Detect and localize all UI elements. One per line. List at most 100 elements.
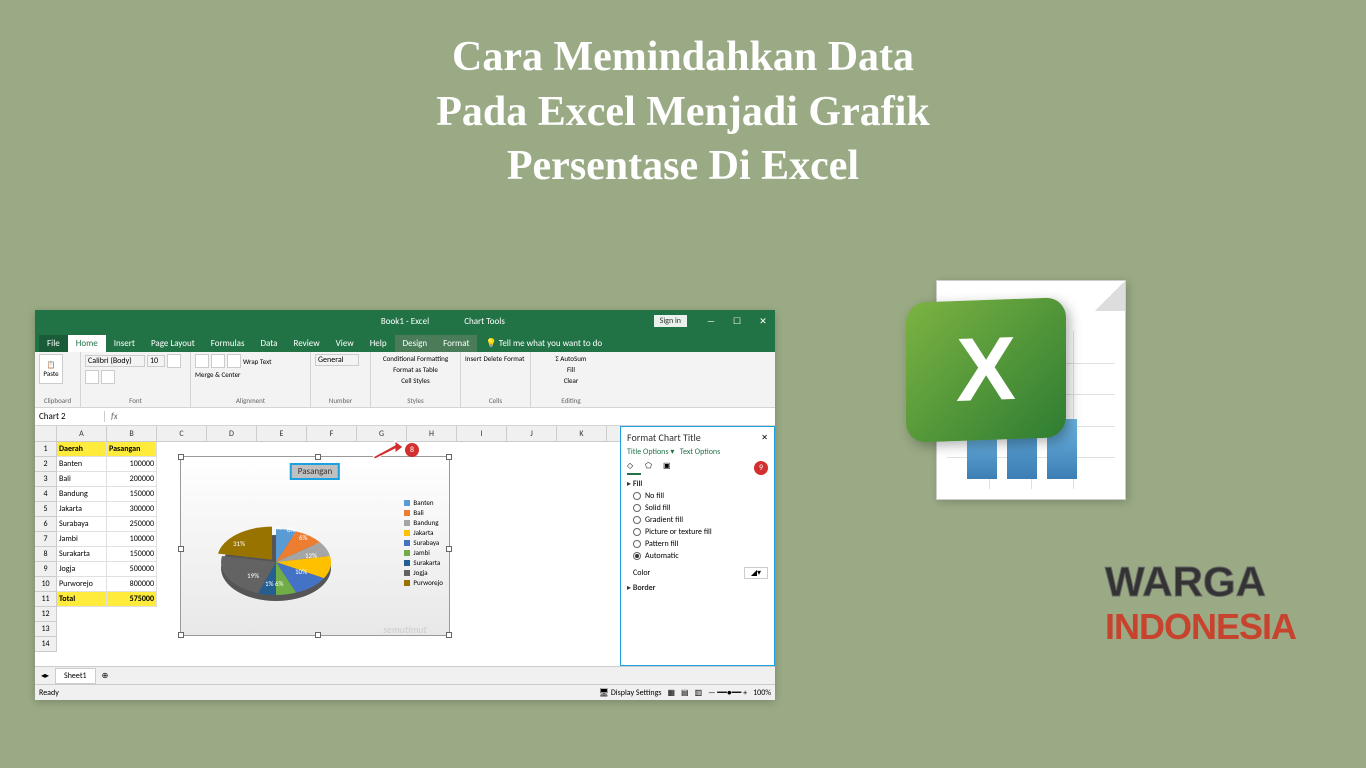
- tab-pagelayout[interactable]: Page Layout: [143, 335, 203, 352]
- cell[interactable]: 500000: [107, 562, 157, 577]
- fx-icon[interactable]: fx: [105, 411, 124, 422]
- border-section[interactable]: ▸ Border: [627, 583, 768, 593]
- view-pagebreak-icon[interactable]: ▥: [695, 688, 703, 698]
- col-header[interactable]: J: [507, 426, 557, 441]
- tab-formulas[interactable]: Formulas: [203, 335, 253, 352]
- align-right-button[interactable]: [227, 354, 241, 368]
- format-table-button[interactable]: Format as Table: [393, 365, 438, 374]
- row-header[interactable]: 6: [35, 517, 57, 532]
- bold-button[interactable]: [167, 354, 181, 368]
- row-header[interactable]: 12: [35, 607, 57, 622]
- resize-handle[interactable]: [315, 454, 321, 460]
- paste-button[interactable]: 📋Paste: [39, 354, 63, 384]
- row-header[interactable]: 8: [35, 547, 57, 562]
- minimize-icon[interactable]: —: [699, 311, 723, 331]
- cell[interactable]: Jambi: [57, 532, 107, 547]
- fill-section[interactable]: ▸ Fill: [627, 479, 768, 489]
- wrap-text-button[interactable]: Wrap Text: [243, 357, 272, 366]
- cell[interactable]: Surakarta: [57, 547, 107, 562]
- view-normal-icon[interactable]: ▦: [667, 688, 675, 698]
- namebox-input[interactable]: Chart 2: [35, 411, 105, 422]
- italic-button[interactable]: [85, 370, 99, 384]
- size-icon[interactable]: ▣: [663, 461, 677, 475]
- row-header[interactable]: 2: [35, 457, 57, 472]
- row-header[interactable]: 9: [35, 562, 57, 577]
- cell[interactable]: 200000: [107, 472, 157, 487]
- cell[interactable]: 100000: [107, 457, 157, 472]
- align-left-button[interactable]: [195, 354, 209, 368]
- pie-chart[interactable]: 4% 8% 6% 12% 10% 6% 1% 19% 31%: [211, 502, 341, 612]
- add-sheet-button[interactable]: ⊕: [96, 671, 115, 681]
- clear-button[interactable]: Clear: [564, 376, 579, 385]
- chart-object[interactable]: 8 Pasangan 4% 8% 6%: [180, 456, 450, 636]
- number-format-selector[interactable]: General: [315, 354, 359, 366]
- col-header[interactable]: C: [157, 426, 207, 441]
- resize-handle[interactable]: [178, 454, 184, 460]
- row-header[interactable]: 10: [35, 577, 57, 592]
- row-header[interactable]: 4: [35, 487, 57, 502]
- tab-home[interactable]: Home: [68, 335, 106, 352]
- tab-view[interactable]: View: [328, 335, 362, 352]
- col-header[interactable]: F: [307, 426, 357, 441]
- chart-title[interactable]: Pasangan: [290, 463, 340, 480]
- cell[interactable]: Jogja: [57, 562, 107, 577]
- tab-format[interactable]: Format: [435, 335, 477, 352]
- cell[interactable]: Daerah: [57, 442, 107, 457]
- font-name-selector[interactable]: Calibri (Body): [85, 355, 145, 367]
- tellme[interactable]: 💡 Tell me what you want to do: [477, 335, 610, 352]
- col-header[interactable]: B: [107, 426, 157, 441]
- insert-cells-button[interactable]: Insert: [465, 354, 481, 363]
- sheet-tab[interactable]: Sheet1: [55, 668, 96, 684]
- cell[interactable]: 575000: [107, 592, 157, 607]
- zoom-slider[interactable]: — ━━●━━ +: [708, 688, 747, 698]
- resize-handle[interactable]: [446, 546, 452, 552]
- cell[interactable]: Pasangan: [107, 442, 157, 457]
- col-header[interactable]: K: [557, 426, 607, 441]
- tab-insert[interactable]: Insert: [106, 335, 143, 352]
- cell[interactable]: Total: [57, 592, 107, 607]
- resize-handle[interactable]: [446, 632, 452, 638]
- cell[interactable]: 800000: [107, 577, 157, 592]
- row-header[interactable]: 13: [35, 622, 57, 637]
- resize-handle[interactable]: [446, 454, 452, 460]
- close-pane-icon[interactable]: ✕: [761, 433, 768, 443]
- tab-design[interactable]: Design: [395, 335, 436, 352]
- gradientfill-radio[interactable]: [633, 516, 641, 524]
- col-header[interactable]: D: [207, 426, 257, 441]
- cell[interactable]: 150000: [107, 547, 157, 562]
- patternfill-radio[interactable]: [633, 540, 641, 548]
- display-settings-button[interactable]: 🖥 Display Settings: [599, 688, 662, 698]
- cell-styles-button[interactable]: Cell Styles: [401, 376, 430, 385]
- col-header[interactable]: A: [57, 426, 107, 441]
- delete-cells-button[interactable]: Delete: [483, 354, 502, 363]
- col-header[interactable]: I: [457, 426, 507, 441]
- cell[interactable]: 250000: [107, 517, 157, 532]
- row-header[interactable]: 7: [35, 532, 57, 547]
- row-header[interactable]: 11: [35, 592, 57, 607]
- cell[interactable]: Purworejo: [57, 577, 107, 592]
- close-icon[interactable]: ✕: [751, 311, 775, 331]
- row-header[interactable]: 14: [35, 637, 57, 652]
- text-options-tab[interactable]: Text Options: [680, 447, 721, 457]
- conditional-formatting-button[interactable]: Conditional Formatting: [383, 354, 448, 363]
- row-header[interactable]: 3: [35, 472, 57, 487]
- fill-line-icon[interactable]: ◇: [627, 461, 641, 475]
- font-size-selector[interactable]: 10: [147, 355, 165, 367]
- nofill-radio[interactable]: [633, 492, 641, 500]
- tab-review[interactable]: Review: [285, 335, 327, 352]
- tab-help[interactable]: Help: [362, 335, 395, 352]
- cell[interactable]: Bandung: [57, 487, 107, 502]
- effects-icon[interactable]: ⬠: [645, 461, 659, 475]
- resize-handle[interactable]: [178, 632, 184, 638]
- autofill-radio[interactable]: [633, 552, 641, 560]
- tab-data[interactable]: Data: [252, 335, 285, 352]
- cell[interactable]: Bali: [57, 472, 107, 487]
- cell[interactable]: Banten: [57, 457, 107, 472]
- cell[interactable]: 150000: [107, 487, 157, 502]
- resize-handle[interactable]: [315, 632, 321, 638]
- autosum-button[interactable]: Σ AutoSum: [556, 354, 587, 363]
- tab-file[interactable]: File: [39, 335, 68, 352]
- col-header[interactable]: E: [257, 426, 307, 441]
- sheet-nav-icon[interactable]: ◂▸: [35, 671, 55, 681]
- cell[interactable]: 100000: [107, 532, 157, 547]
